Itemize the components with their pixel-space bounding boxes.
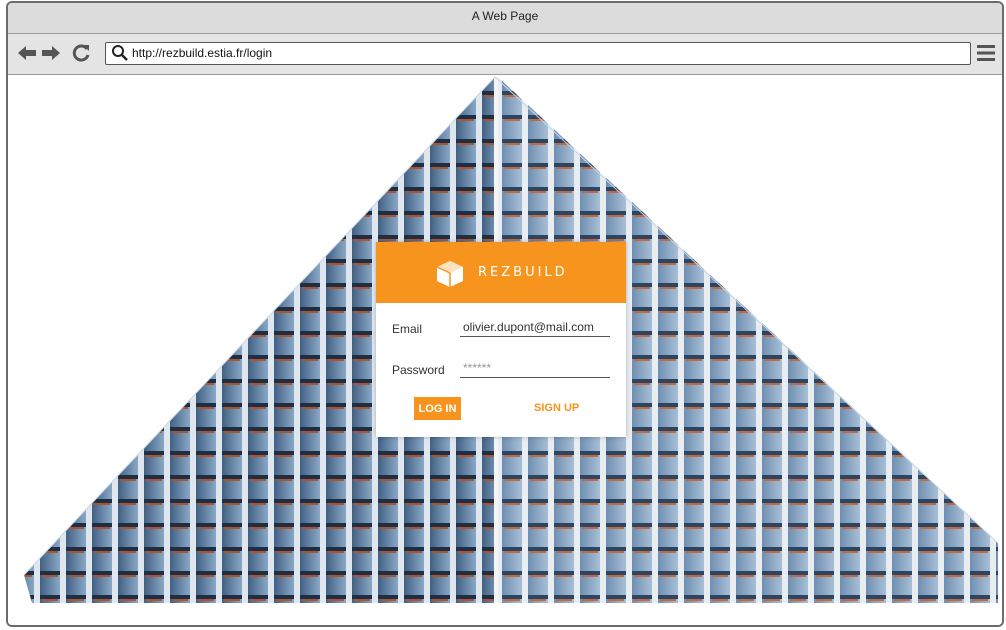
rezbuild-logo-icon (436, 261, 463, 287)
email-label: Email (392, 322, 423, 336)
hamburger-menu-icon (977, 45, 995, 61)
address-bar[interactable]: http://rezbuild.estia.fr/login (105, 42, 971, 65)
arrow-right-icon (42, 46, 60, 60)
url-text: http://rezbuild.estia.fr/login (132, 46, 273, 60)
page-viewport: REZBUILD Email Password LOG IN SIGN UP (8, 75, 1002, 625)
back-button[interactable] (16, 42, 38, 64)
menu-button[interactable] (976, 43, 996, 63)
reload-button[interactable] (70, 42, 92, 64)
arrow-left-icon (18, 46, 36, 60)
forward-button[interactable] (40, 42, 62, 64)
window-title: A Web Page (8, 3, 1002, 34)
login-button[interactable]: LOG IN (414, 397, 461, 420)
browser-toolbar: http://rezbuild.estia.fr/login (8, 34, 1002, 75)
search-icon (112, 45, 128, 61)
browser-window: A Web Page http://rezbuild.estia.fr/logi… (6, 1, 1004, 627)
email-field[interactable] (460, 317, 610, 337)
login-card: REZBUILD Email Password LOG IN SIGN UP (376, 242, 626, 437)
password-field[interactable] (460, 358, 610, 378)
password-label: Password (392, 363, 445, 377)
signup-link[interactable]: SIGN UP (534, 402, 579, 414)
brand-name: REZBUILD (478, 265, 568, 280)
login-card-header: REZBUILD (376, 242, 626, 303)
reload-icon (72, 44, 90, 62)
